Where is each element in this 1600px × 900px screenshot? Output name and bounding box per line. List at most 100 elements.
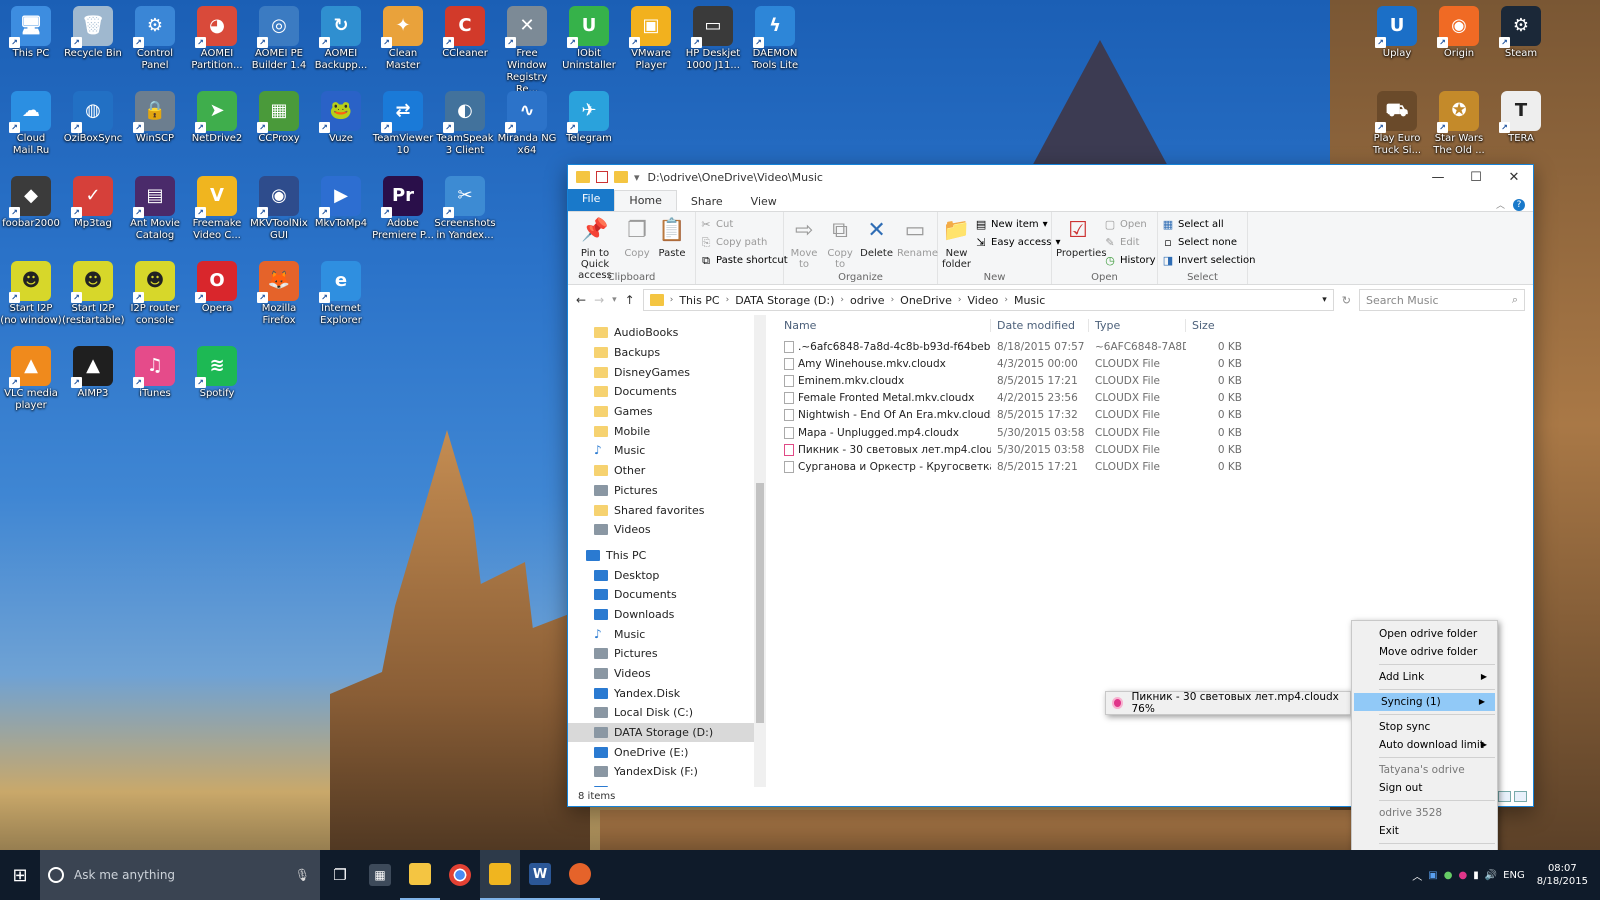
menu-item[interactable]: Auto download limit ▶ [1352,736,1497,754]
show-hidden-icons[interactable]: ︿ [1412,868,1422,883]
scrollbar-thumb[interactable] [756,483,764,723]
invert-selection-button[interactable]: ◨ Invert selection [1162,253,1256,268]
open-button[interactable]: ▢ Open [1104,217,1156,232]
breadcrumb-item[interactable]: odrive [850,294,885,307]
taskbar-firefox[interactable] [560,850,600,900]
tab-share[interactable]: Share [677,192,737,211]
breadcrumb-item[interactable]: Music [1014,294,1045,307]
paste-button[interactable]: 📋 Paste [656,215,688,270]
desktop-icon[interactable]: ⇄TeamViewer 10 [372,91,434,157]
nav-item[interactable]: Backups [568,343,766,363]
nav-item[interactable]: Downloads [568,605,766,625]
desktop-icon[interactable]: ✂Screenshots in Yandex... [434,176,496,242]
menu-item[interactable]: Move odrive folder [1352,643,1497,661]
minimize-button[interactable]: — [1419,170,1457,185]
taskbar-word[interactable]: W [520,850,560,900]
file-row[interactable]: Female Fronted Metal.mkv.cloudx 4/2/2015 … [778,390,1533,407]
column-type[interactable]: Type [1089,318,1186,332]
cut-button[interactable]: ✂ Cut [700,217,788,232]
customize-qat-icon[interactable]: ▾ [634,171,640,184]
menu-item[interactable]: Stop sync [1352,718,1497,736]
properties-button[interactable]: ☑ Properties [1056,215,1107,270]
desktop-icon[interactable]: ☻I2P router console [124,261,186,327]
pin-quick-access-button[interactable]: 📌 Pin to Quick access [572,215,618,281]
desktop-icon[interactable]: eInternet Explorer [310,261,372,327]
file-row[interactable]: Eminem.mkv.cloudx 8/5/2015 17:21 CLOUDX Fi… [778,372,1533,389]
new-folder-icon[interactable] [614,171,628,183]
new-folder-button[interactable]: 📁 New folder [942,215,971,270]
desktop-icon[interactable]: ▣VMware Player [620,6,682,72]
large-icons-view-icon[interactable] [1514,791,1527,802]
nav-item[interactable]: DisneyGames [568,362,766,382]
nav-item[interactable]: ♪ Music [568,441,766,461]
nav-item[interactable]: Videos [568,664,766,684]
desktop-icon[interactable]: ♫iTunes [124,346,186,400]
history-button[interactable]: ◷ History [1104,253,1155,268]
new-item-button[interactable]: ▤ New item ▾ [975,217,1060,232]
menu-item[interactable]: Open odrive folder [1352,625,1497,643]
breadcrumb-separator[interactable]: › [1004,295,1008,305]
desktop-icon[interactable]: UIObit Uninstaller [558,6,620,72]
paste-shortcut-button[interactable]: ⧉ Paste shortcut [700,253,788,268]
desktop-icon[interactable]: ✪Star Wars The Old ... [1428,91,1490,157]
desktop-icon[interactable]: ✈Telegram [558,91,620,145]
network-icon[interactable]: ▮ [1473,870,1479,881]
up-icon[interactable]: ↑ [625,293,635,307]
desktop-icon[interactable]: ▶MkvToMp4 [310,176,372,230]
taskbar-store[interactable]: ▦ [360,850,400,900]
cortana-search[interactable]: Ask me anything 🎙 [40,850,320,900]
desktop-icon[interactable]: ☻Start I2P (restartable) [62,261,125,327]
menu-item[interactable]: Add Link ▶ [1352,668,1497,686]
breadcrumb-separator[interactable]: › [670,295,674,305]
nav-item[interactable]: Desktop [568,565,766,585]
syncing-submenu[interactable]: Пикник - 30 световых лет.mp4.cloudx 76% [1105,691,1351,715]
desktop-icon[interactable]: ⚙Steam [1490,6,1552,60]
desktop-icon[interactable]: ⛟Play Euro Truck Si... [1366,91,1428,157]
desktop-icon[interactable]: ∿Miranda NG x64 [496,91,558,157]
tab-home[interactable]: Home [614,190,677,211]
properties-icon[interactable] [596,171,608,183]
tray-chrome-icon[interactable]: ● [1444,870,1453,881]
desktop-icon[interactable]: 🗑Recycle Bin [62,6,124,60]
nav-item[interactable]: Pictures [568,481,766,501]
column-name[interactable]: Name [778,318,991,332]
nav-item[interactable]: AudioBooks [568,323,766,343]
select-all-button[interactable]: ▦ Select all [1162,217,1256,232]
back-icon[interactable]: ← [576,293,586,307]
nav-item[interactable]: Local Disk (C:) [568,703,766,723]
taskbar-freemake[interactable] [480,850,520,900]
desktop-icon[interactable]: TTERA [1490,91,1552,145]
tray-app-icon[interactable]: ▣ [1428,870,1437,881]
desktop-icon[interactable]: 🖥This PC [0,6,62,60]
title-bar[interactable]: ▾ D:\odrive\OneDrive\Video\Music — ☐ ✕ [568,165,1533,189]
nav-item[interactable]: OneDrive (E:) [568,742,766,762]
nav-item[interactable]: Documents [568,382,766,402]
breadcrumb-separator[interactable]: › [891,295,895,305]
desktop-icon[interactable]: ▭HP Deskjet 1000 J11... [682,6,744,72]
file-row[interactable]: Mapa - Unplugged.mp4.cloudx 5/30/2015 03:… [778,424,1533,441]
file-row[interactable]: Сурганова и Оркестр - Кругосветка.mk... 8… [778,458,1533,475]
desktop-icon[interactable]: VFreemake Video C... [186,176,248,242]
language-indicator[interactable]: ENG [1503,870,1525,881]
desktop-icon[interactable]: ✦Clean Master [372,6,434,72]
nav-item[interactable]: ♪ Music [568,624,766,644]
menu-item[interactable]: Sign out [1352,779,1497,797]
easy-access-button[interactable]: ⇲ Easy access ▾ [975,235,1060,250]
microphone-icon[interactable]: 🎙 [295,868,310,882]
menu-item[interactable]: Exit [1352,822,1497,840]
breadcrumb-item[interactable]: OneDrive [900,294,952,307]
maximize-button[interactable]: ☐ [1457,170,1495,185]
nav-item[interactable]: YandexDisk (F:) [568,762,766,782]
desktop-icon[interactable]: 🦊Mozilla Firefox [248,261,310,327]
desktop-icon[interactable]: ◆foobar2000 [0,176,62,230]
refresh-icon[interactable]: ↻ [1342,294,1351,307]
breadcrumb-separator[interactable]: › [726,295,730,305]
nav-item[interactable]: This PC [568,546,766,566]
move-to-button[interactable]: ⇨ Move to [788,215,820,270]
breadcrumb-item[interactable]: DATA Storage (D:) [735,294,834,307]
file-row[interactable]: Пикник - 30 световых лет.mp4.cloudx 5/30/… [778,441,1533,458]
desktop-icon[interactable]: ▦CCProxy [248,91,310,145]
desktop-icon[interactable]: UUplay [1366,6,1428,60]
select-none-button[interactable]: ▫ Select none [1162,235,1256,250]
taskbar-chrome[interactable] [440,850,480,900]
